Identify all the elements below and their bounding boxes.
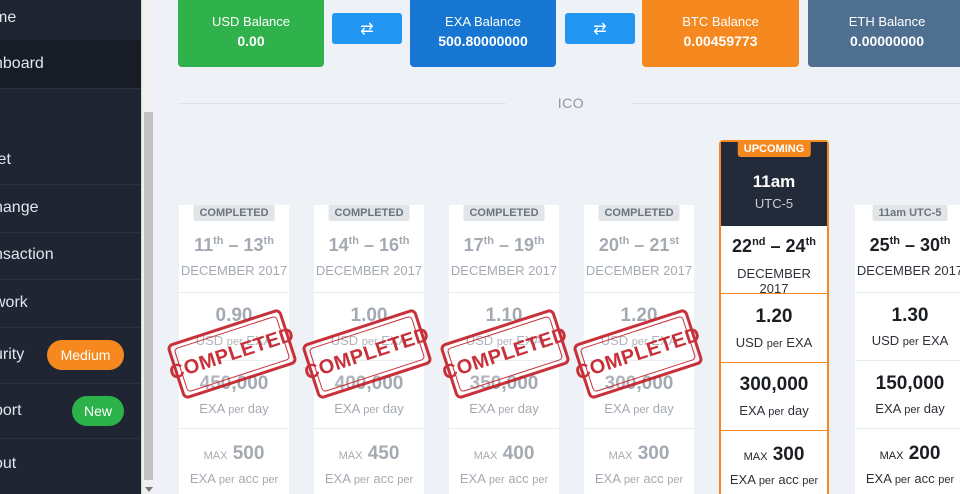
sidebar-divider (0, 88, 141, 89)
sidebar-item-label: let (0, 151, 11, 168)
sidebar-item-label: nsaction (0, 246, 54, 263)
per-day-unit: EXA per day (469, 401, 539, 416)
sidebar-divider (0, 327, 141, 328)
scrollbar-thumb[interactable] (144, 112, 153, 480)
round-dates: 25th – 30th (869, 235, 951, 255)
round-per-day: 300,000 (739, 374, 809, 395)
swap-usd-exa-button[interactable]: ⇄ (332, 13, 402, 44)
sidebar-item-wallet[interactable]: let (0, 136, 141, 184)
sidebar-scrollbar[interactable] (141, 0, 154, 494)
round-month: DECEMBER 2017 (450, 263, 558, 278)
security-status-badge: Medium (47, 340, 124, 370)
round-per-day: 150,000 (875, 373, 945, 394)
scroll-down-arrow-icon[interactable] (145, 487, 153, 492)
balance-value: 0.00459773 (683, 33, 758, 49)
round-max: MAX 300 (608, 443, 670, 464)
sidebar-item-transaction[interactable]: nsaction (0, 231, 141, 279)
price-unit: USD per EXA (735, 335, 813, 350)
sidebar-item-home[interactable]: me (0, 0, 141, 42)
balance-title: BTC Balance (682, 14, 759, 29)
sidebar-item-logout[interactable]: out (0, 440, 141, 488)
swap-arrows-icon: ⇄ (360, 20, 374, 38)
round-dates: 11th – 13th (194, 235, 274, 255)
round-dates: 22nd – 24th (732, 236, 816, 256)
balance-title: ETH Balance (848, 14, 926, 29)
balance-value: 500.80000000 (438, 33, 528, 49)
max-unit: EXA per acc per (729, 472, 819, 487)
round-month: DECEMBER 2017 (585, 263, 693, 278)
sidebar-item-label: work (0, 294, 28, 311)
usd-balance-card: USD Balance 0.00 (178, 0, 324, 67)
price-unit: USD per EXA (871, 333, 949, 348)
round-max: MAX 200 (879, 443, 941, 464)
round-dates: 14th – 16th (328, 235, 410, 255)
per-day-unit: EXA per day (739, 403, 809, 418)
section-divider (178, 103, 506, 104)
round-status-badge: COMPLETED (328, 205, 410, 221)
round-status-badge: COMPLETED (463, 205, 545, 221)
round-max: MAX 450 (338, 443, 400, 464)
per-day-unit: EXA per day (334, 401, 404, 416)
ico-section-title: ICO (557, 95, 585, 111)
max-unit: EXA per acc per (324, 471, 414, 486)
round-dates: 20th – 21st (598, 235, 680, 255)
max-unit: EXA per acc per (459, 471, 549, 486)
round-month: DECEMBER 2017 (856, 263, 960, 278)
max-unit: EXA per acc per (189, 471, 279, 486)
round-price: 1.20 (755, 306, 793, 327)
ico-round-card-upcoming[interactable]: UPCOMING 11am UTC-5 22nd – 24th DECEMBER… (719, 140, 829, 494)
sidebar-divider (0, 438, 141, 439)
sidebar-divider (0, 383, 141, 384)
round-max: MAX 300 (743, 444, 805, 465)
support-new-badge: New (72, 396, 124, 426)
round-status-badge: 11am UTC-5 (872, 205, 948, 221)
sidebar-item-label: hange (0, 199, 39, 216)
balance-title: EXA Balance (445, 14, 521, 29)
sidebar-item-label: port (0, 402, 22, 419)
sidebar-item-label: out (0, 455, 17, 472)
sidebar: me hboard let hange nsaction work urity … (0, 0, 141, 494)
sidebar-item-label: urity (0, 346, 25, 363)
btc-balance-card: BTC Balance 0.00459773 (642, 0, 799, 67)
per-day-unit: EXA per day (199, 401, 269, 416)
round-max: MAX 500 (203, 443, 265, 464)
round-status-badge: UPCOMING (737, 141, 811, 157)
round-month: DECEMBER 2017 (737, 266, 811, 296)
section-divider (632, 103, 960, 104)
ico-round-card: 11am UTC-5 25th – 30th DECEMBER 2017 1.3… (855, 205, 960, 494)
round-status-badge: COMPLETED (598, 205, 680, 221)
per-day-unit: EXA per day (604, 401, 674, 416)
sidebar-item-label: hboard (0, 55, 44, 72)
max-unit: EXA per acc per (594, 471, 684, 486)
exa-balance-card: EXA Balance 500.80000000 (410, 0, 556, 67)
sidebar-item-label: me (0, 9, 17, 26)
round-month: DECEMBER 2017 (180, 263, 288, 278)
max-unit: EXA per acc per (865, 471, 955, 486)
timezone: UTC-5 (754, 196, 794, 211)
sidebar-item-dashboard[interactable]: hboard (0, 40, 141, 88)
round-dates: 17th – 19th (463, 235, 545, 255)
swap-arrows-icon: ⇄ (593, 20, 607, 38)
eth-balance-card: ETH Balance 0.00000000 (808, 0, 960, 67)
round-max: MAX 400 (473, 443, 535, 464)
sidebar-item-exchange[interactable]: hange (0, 184, 141, 232)
start-time: 11am (752, 172, 796, 191)
swap-exa-btc-button[interactable]: ⇄ (565, 13, 635, 44)
per-day-unit: EXA per day (875, 401, 945, 416)
balance-value: 0.00000000 (850, 33, 924, 49)
sidebar-item-network[interactable]: work (0, 279, 141, 327)
upcoming-header: UPCOMING 11am UTC-5 (721, 141, 827, 226)
balance-title: USD Balance (211, 14, 291, 29)
round-price: 1.30 (891, 305, 929, 326)
round-month: DECEMBER 2017 (315, 263, 423, 278)
balance-value: 0.00 (237, 33, 265, 49)
round-status-badge: COMPLETED (193, 205, 275, 221)
